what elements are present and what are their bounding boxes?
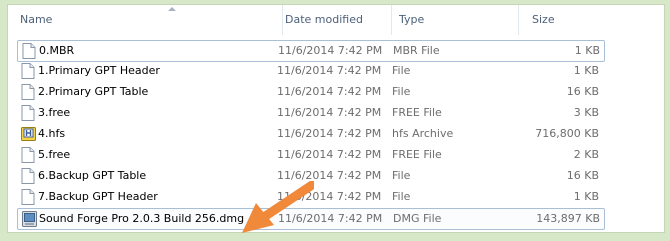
file-icon — [21, 63, 35, 79]
column-header-date-modified[interactable]: Date modified — [285, 5, 392, 35]
column-header-row: Name Date modified Type Size — [8, 5, 664, 35]
file-date-modified: 11/6/2014 7:42 PM — [277, 127, 382, 140]
list-item[interactable]: 4.hfs 11/6/2014 7:42 PM hfs Archive 716,… — [17, 124, 603, 144]
file-date-modified: 11/6/2014 7:42 PM — [277, 85, 382, 98]
file-name: Sound Forge Pro 2.0.3 Build 256.dmg — [39, 212, 245, 225]
file-icon — [21, 189, 35, 205]
file-type: File — [392, 64, 411, 77]
list-item[interactable]: 1.Primary GPT Header 11/6/2014 7:42 PM F… — [17, 61, 603, 81]
file-name: 6.Backup GPT Table — [38, 169, 147, 182]
file-size: 716,800 KB — [535, 127, 599, 140]
dmg-icon — [22, 211, 37, 227]
list-item[interactable]: 2.Primary GPT Table 11/6/2014 7:42 PM Fi… — [17, 82, 603, 102]
list-item[interactable]: 5.free 11/6/2014 7:42 PM FREE File 2 KB — [17, 145, 603, 165]
list-item[interactable]: Sound Forge Pro 2.0.3 Build 256.dmg 11/6… — [17, 208, 605, 230]
file-name: 5.free — [38, 148, 71, 161]
list-item[interactable]: 7.Backup GPT Header 11/6/2014 7:42 PM Fi… — [17, 187, 603, 207]
file-date-modified: 11/6/2014 7:42 PM — [277, 64, 382, 77]
list-item[interactable]: 3.free 11/6/2014 7:42 PM FREE File 3 KB — [17, 103, 603, 123]
file-size: 16 KB — [566, 85, 599, 98]
file-date-modified: 11/6/2014 7:42 PM — [277, 106, 382, 119]
file-icon — [21, 84, 35, 100]
file-size: 2 KB — [573, 148, 599, 161]
file-size: 1 KB — [574, 44, 600, 57]
file-name: 3.free — [38, 106, 71, 119]
file-date-modified: 11/6/2014 7:42 PM — [278, 212, 383, 225]
file-name: 1.Primary GPT Header — [38, 64, 160, 77]
sort-ascending-icon — [168, 7, 176, 11]
file-size: 143,897 KB — [536, 212, 600, 225]
file-type: File — [392, 190, 411, 203]
file-size: 1 KB — [573, 190, 599, 203]
file-name: 7.Backup GPT Header — [38, 190, 158, 203]
file-size: 16 KB — [566, 169, 599, 182]
file-icon — [22, 43, 36, 59]
file-date-modified: 11/6/2014 7:42 PM — [278, 44, 383, 57]
file-type: File — [392, 169, 411, 182]
column-header-size[interactable]: Size — [532, 5, 602, 35]
file-name: 4.hfs — [38, 127, 66, 140]
file-name: 0.MBR — [39, 44, 75, 57]
column-header-name[interactable]: Name — [20, 5, 283, 35]
file-type: FREE File — [392, 148, 442, 161]
file-list-window: Name Date modified Type Size 0.MBR 11/6/… — [7, 4, 665, 233]
file-icon — [21, 168, 35, 184]
file-name: 2.Primary GPT Table — [38, 85, 149, 98]
file-type: DMG File — [393, 212, 442, 225]
file-size: 1 KB — [573, 64, 599, 77]
file-icon — [21, 147, 35, 163]
list-item[interactable]: 0.MBR 11/6/2014 7:42 PM MBR File 1 KB — [17, 40, 605, 62]
column-header-type[interactable]: Type — [399, 5, 519, 35]
file-size: 3 KB — [573, 106, 599, 119]
file-icon — [21, 105, 35, 121]
list-item[interactable]: 6.Backup GPT Table 11/6/2014 7:42 PM Fil… — [17, 166, 603, 186]
file-date-modified: 11/6/2014 7:42 PM — [277, 148, 382, 161]
file-type: MBR File — [393, 44, 440, 57]
archive-icon — [21, 126, 36, 142]
file-type: FREE File — [392, 106, 442, 119]
file-type: File — [392, 85, 411, 98]
file-date-modified: 11/6/2014 7:42 PM — [277, 190, 382, 203]
file-type: hfs Archive — [392, 127, 454, 140]
file-date-modified: 11/6/2014 7:42 PM — [277, 169, 382, 182]
